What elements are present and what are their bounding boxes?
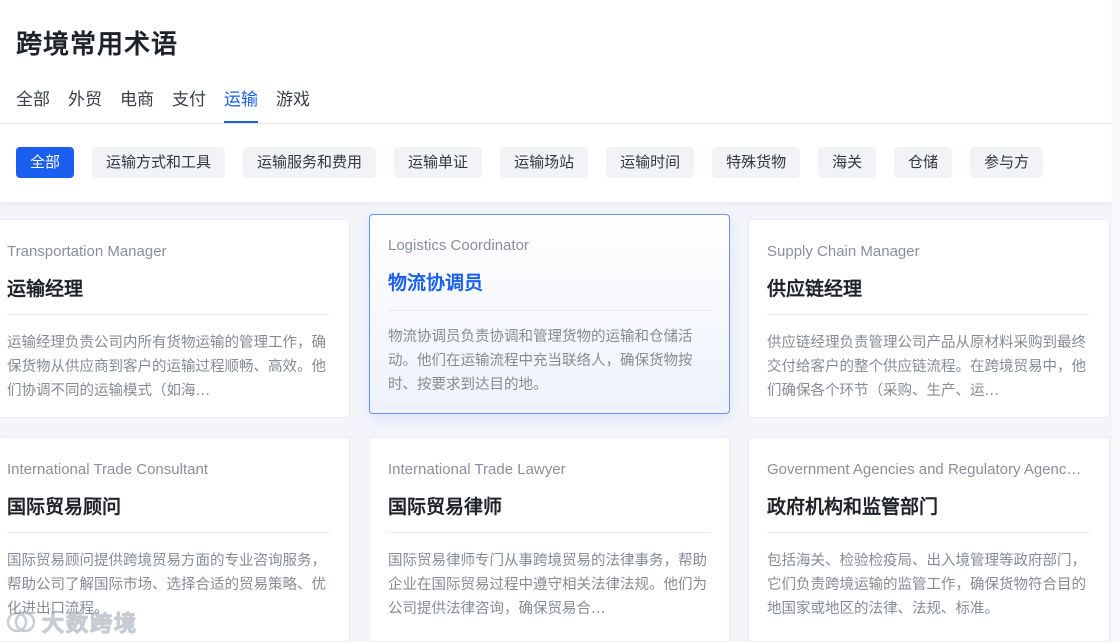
chip-transport-services[interactable]: 运输服务和费用 xyxy=(243,147,377,178)
term-card[interactable]: International Trade Lawyer 国际贸易律师 国际贸易律师… xyxy=(369,437,730,642)
card-divider xyxy=(388,532,711,533)
chip-transport-time[interactable]: 运输时间 xyxy=(606,147,695,178)
chip-warehousing[interactable]: 仓储 xyxy=(894,147,953,178)
term-english: Government Agencies and Regulatory Agenc… xyxy=(767,461,1082,478)
term-chinese: 运输经理 xyxy=(7,278,84,300)
term-english: Logistics Coordinator xyxy=(388,237,529,254)
term-description: 供应链经理负责管理公司产品从原材料采购到最终交付给客户的整个供应链流程。在跨境贸… xyxy=(767,335,1086,399)
term-english: International Trade Consultant xyxy=(7,461,208,478)
term-card[interactable]: Supply Chain Manager 供应链经理 供应链经理负责管理公司产品… xyxy=(748,219,1110,418)
term-chinese: 国际贸易律师 xyxy=(388,496,503,518)
chip-transport-modes[interactable]: 运输方式和工具 xyxy=(92,147,226,178)
term-chinese: 供应链经理 xyxy=(767,278,863,300)
card-divider xyxy=(767,532,1090,533)
chip-transport-documents[interactable]: 运输单证 xyxy=(394,147,483,178)
page-scrollbar[interactable] xyxy=(1112,0,1120,642)
page-title: 跨境常用术语 xyxy=(16,30,179,60)
term-english: Supply Chain Manager xyxy=(767,243,920,260)
term-card[interactable]: Government Agencies and Regulatory Agenc… xyxy=(748,437,1110,642)
tab-transport[interactable]: 运输 xyxy=(224,86,258,124)
watermark-logo-icon xyxy=(6,611,36,633)
watermark: 大数跨境 xyxy=(6,606,138,638)
chip-transport-stations[interactable]: 运输场站 xyxy=(500,147,589,178)
chip-customs[interactable]: 海关 xyxy=(818,147,877,178)
watermark-text: 大数跨境 xyxy=(41,612,139,638)
chip-participants[interactable]: 参与方 xyxy=(970,147,1044,178)
chip-all[interactable]: 全部 xyxy=(16,147,75,178)
term-chinese: 国际贸易顾问 xyxy=(7,496,122,518)
tab-games[interactable]: 游戏 xyxy=(276,86,310,124)
tab-payment[interactable]: 支付 xyxy=(172,86,206,124)
chip-special-cargo[interactable]: 特殊货物 xyxy=(712,147,801,178)
header: 跨境常用术语 全部 外贸 电商 支付 运输 游戏 全部 运输方式和工具 运输服务… xyxy=(0,0,1112,202)
card-divider xyxy=(7,314,330,315)
tab-ecommerce[interactable]: 电商 xyxy=(120,86,154,124)
category-tabs: 全部 外贸 电商 支付 运输 游戏 xyxy=(16,86,328,124)
term-english: International Trade Lawyer xyxy=(388,461,566,478)
term-chinese: 政府机构和监管部门 xyxy=(767,496,939,518)
term-description: 包括海关、检验检疫局、出入境管理等政府部门，它们负责跨境运输的监管工作，确保货物… xyxy=(767,553,1086,617)
tabs-divider xyxy=(0,123,1112,124)
term-chinese: 物流协调员 xyxy=(388,272,484,294)
subcategory-filters: 全部 运输方式和工具 运输服务和费用 运输单证 运输场站 运输时间 特殊货物 海… xyxy=(16,147,1061,179)
card-divider xyxy=(767,314,1090,315)
card-divider xyxy=(7,532,330,533)
tab-all[interactable]: 全部 xyxy=(16,86,50,124)
card-divider xyxy=(388,310,711,311)
term-description: 运输经理负责公司内所有货物运输的管理工作，确保货物从供应商到客户的运输过程顺畅、… xyxy=(7,335,326,399)
term-description: 国际贸易律师专门从事跨境贸易的法律事务，帮助企业在国际贸易过程中遵守相关法律法规… xyxy=(388,553,707,617)
term-description: 物流协调员负责协调和管理货物的运输和仓储活动。他们在运输流程中充当联络人，确保货… xyxy=(388,329,693,393)
term-english: Transportation Manager xyxy=(7,243,167,260)
term-card[interactable]: Logistics Coordinator 物流协调员 物流协调员负责协调和管理… xyxy=(369,214,730,414)
term-card[interactable]: Transportation Manager 运输经理 运输经理负责公司内所有货… xyxy=(0,219,350,418)
tab-foreign-trade[interactable]: 外贸 xyxy=(68,86,102,124)
